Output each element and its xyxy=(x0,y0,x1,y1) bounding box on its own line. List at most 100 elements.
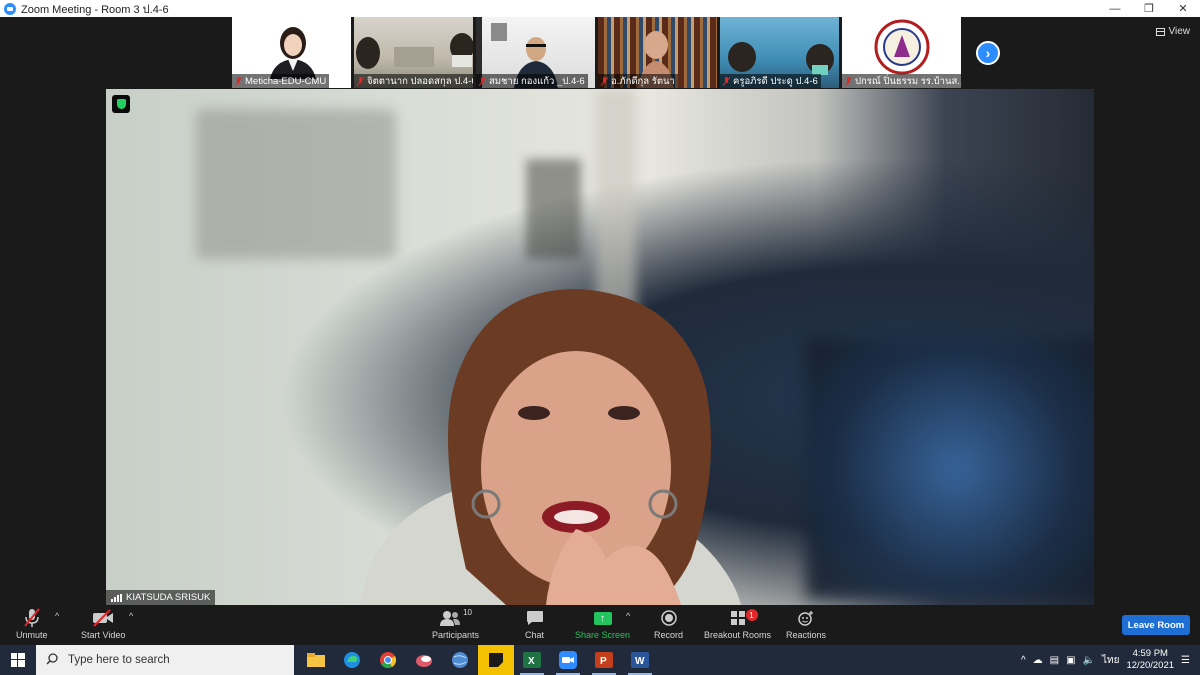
speaker-figure xyxy=(361,289,741,605)
show-hidden-chevron-up-icon[interactable]: ^ xyxy=(1021,655,1026,666)
record-button[interactable]: Record xyxy=(654,608,683,640)
taskbar-search-box[interactable]: Type here to search xyxy=(36,645,294,675)
view-label: View xyxy=(1168,26,1191,37)
participant-name: ครูอภิรดี ประดู ป.4-6 xyxy=(733,75,818,87)
clock-date: 12/20/2021 xyxy=(1126,660,1175,671)
view-button[interactable]: View xyxy=(1155,26,1191,37)
volume-icon[interactable]: 🔈 xyxy=(1083,655,1095,666)
participants-icon: 10 xyxy=(439,608,472,628)
participant-name: จิตตานาก ปลอดสกุล ป.4-6 xyxy=(367,75,473,87)
svg-text:W: W xyxy=(635,656,645,667)
signal-strength-icon xyxy=(111,593,122,602)
window-title: Zoom Meeting - Room 3 ป.4-6 xyxy=(21,3,169,16)
record-icon xyxy=(660,608,677,628)
unmute-label: Unmute xyxy=(16,630,48,640)
windows-taskbar: Type here to search X P W ^ ☁ ▤ ▣ 🔈 ไทย … xyxy=(0,645,1200,675)
onedrive-cloud-icon[interactable]: ☁ xyxy=(1033,655,1043,666)
speaker-name-tag: KIATSUDA SRISUK xyxy=(106,590,216,605)
breakout-badge: 1 xyxy=(745,609,758,621)
share-options-chevron-icon[interactable]: ^ xyxy=(626,611,630,621)
meeting-controls: Unmute ^ Start Video ^ 10 Participants C… xyxy=(0,605,1200,645)
participant-thumbnail[interactable]: จิตตานาก ปลอดสกุล ป.4-6 xyxy=(354,17,473,88)
mic-muted-icon xyxy=(723,76,730,86)
participant-thumbnail[interactable]: Meticha-EDU-CMU xyxy=(232,17,351,88)
window-title-bar: Zoom Meeting - Room 3 ป.4-6 — ❐ ✕ xyxy=(0,0,1200,17)
network-icon[interactable]: ▤ xyxy=(1050,655,1059,666)
chrome-browser-icon[interactable] xyxy=(370,645,406,675)
share-screen-button[interactable]: ↑ Share Screen xyxy=(575,608,630,640)
chat-icon xyxy=(526,608,544,628)
participants-button[interactable]: 10 Participants xyxy=(432,608,479,640)
reactions-smiley-icon xyxy=(797,608,815,628)
start-video-button[interactable]: Start Video xyxy=(81,608,125,640)
chat-button[interactable]: Chat xyxy=(525,608,544,640)
restore-button[interactable]: ❐ xyxy=(1132,0,1166,17)
active-speaker-video: KIATSUDA SRISUK xyxy=(106,89,1094,605)
share-screen-icon: ↑ xyxy=(593,608,612,628)
breakout-rooms-button[interactable]: 1 Breakout Rooms xyxy=(704,608,771,640)
participant-name: สมชาย กองแก้ว _ป.4-6 xyxy=(489,75,585,87)
breakout-rooms-label: Breakout Rooms xyxy=(704,630,772,640)
search-placeholder: Type here to search xyxy=(68,654,170,666)
record-label: Record xyxy=(654,630,684,640)
reactions-button[interactable]: Reactions xyxy=(786,608,826,640)
share-screen-label: Share Screen xyxy=(575,630,631,640)
participant-name-tag: Meticha-EDU-CMU xyxy=(232,74,330,88)
display-icon[interactable]: ▣ xyxy=(1066,655,1075,666)
clock-time: 4:59 PM xyxy=(1132,648,1168,659)
minimize-button[interactable]: — xyxy=(1098,0,1132,17)
globe-app-icon[interactable] xyxy=(442,645,478,675)
svg-text:X: X xyxy=(528,656,535,667)
microphone-muted-icon xyxy=(23,608,41,628)
participant-name-tag: อ.ภักดีกุล รัตนา xyxy=(598,74,678,88)
unmute-button[interactable]: Unmute xyxy=(16,608,48,640)
participant-name: ปกรณ์ ปิ่นธรรม รร.บ้านส... xyxy=(855,75,961,87)
search-icon xyxy=(46,652,58,668)
mic-muted-icon xyxy=(357,76,364,86)
video-options-chevron-icon[interactable]: ^ xyxy=(129,611,133,621)
participant-name: อ.ภักดีกุล รัตนา xyxy=(611,75,675,87)
edge-browser-icon[interactable] xyxy=(334,645,370,675)
participant-photo xyxy=(270,27,316,79)
participant-strip: Meticha-EDU-CMU จิตตานาก ปลอดสกุล ป.4-6 xyxy=(232,17,961,89)
notification-icon[interactable]: ☰ xyxy=(1181,655,1190,666)
excel-icon[interactable]: X xyxy=(514,645,550,675)
security-shield-icon[interactable] xyxy=(112,95,130,113)
participants-label: Participants xyxy=(432,630,480,640)
audio-options-chevron-icon[interactable]: ^ xyxy=(55,611,59,621)
svg-text:P: P xyxy=(600,656,607,667)
participant-name: Meticha-EDU-CMU xyxy=(245,75,327,87)
zoom-app-icon xyxy=(4,2,16,15)
snip-tool-icon[interactable] xyxy=(406,645,442,675)
taskbar-clock[interactable]: 4:59 PM 12/20/2021 xyxy=(1126,648,1174,672)
next-page-chevron-icon[interactable]: › xyxy=(976,41,1000,65)
word-icon[interactable]: W xyxy=(622,645,658,675)
mic-muted-icon xyxy=(479,76,486,86)
mic-muted-icon xyxy=(601,76,608,86)
participant-thumbnail[interactable]: อ.ภักดีกุล รัตนา xyxy=(598,17,717,88)
close-button[interactable]: ✕ xyxy=(1166,0,1200,17)
participant-name-tag: ครูอภิรดี ประดู ป.4-6 xyxy=(720,74,821,88)
participant-thumbnail[interactable]: ปกรณ์ ปิ่นธรรม รร.บ้านส... xyxy=(842,17,961,88)
system-tray: ^ ☁ ▤ ▣ 🔈 ไทย 4:59 PM 12/20/2021 ☰ xyxy=(1021,645,1200,675)
view-grid-icon xyxy=(1155,27,1165,36)
mic-muted-icon xyxy=(845,76,852,86)
participant-thumbnail[interactable]: สมชาย กองแก้ว _ป.4-6 xyxy=(476,17,595,88)
windows-start-icon[interactable] xyxy=(0,645,36,675)
file-explorer-icon[interactable] xyxy=(298,645,334,675)
participant-name-tag: จิตตานาก ปลอดสกุล ป.4-6 xyxy=(354,74,473,88)
video-off-icon xyxy=(92,608,114,628)
chat-label: Chat xyxy=(525,630,545,640)
breakout-rooms-icon: 1 xyxy=(730,608,758,628)
participant-name-tag: ปกรณ์ ปิ่นธรรม รร.บ้านส... xyxy=(842,74,961,88)
participants-count: 10 xyxy=(463,608,472,617)
sticky-notes-icon[interactable] xyxy=(478,645,514,675)
participant-thumbnail[interactable]: ครูอภิรดี ประดู ป.4-6 xyxy=(720,17,839,88)
participant-name-tag: สมชาย กองแก้ว _ป.4-6 xyxy=(476,74,588,88)
leave-room-button[interactable]: Leave Room xyxy=(1122,615,1190,635)
start-video-label: Start Video xyxy=(81,630,126,640)
zoom-taskbar-icon[interactable] xyxy=(550,645,586,675)
mic-muted-icon xyxy=(235,76,242,86)
powerpoint-icon[interactable]: P xyxy=(586,645,622,675)
input-language[interactable]: ไทย xyxy=(1102,653,1119,668)
